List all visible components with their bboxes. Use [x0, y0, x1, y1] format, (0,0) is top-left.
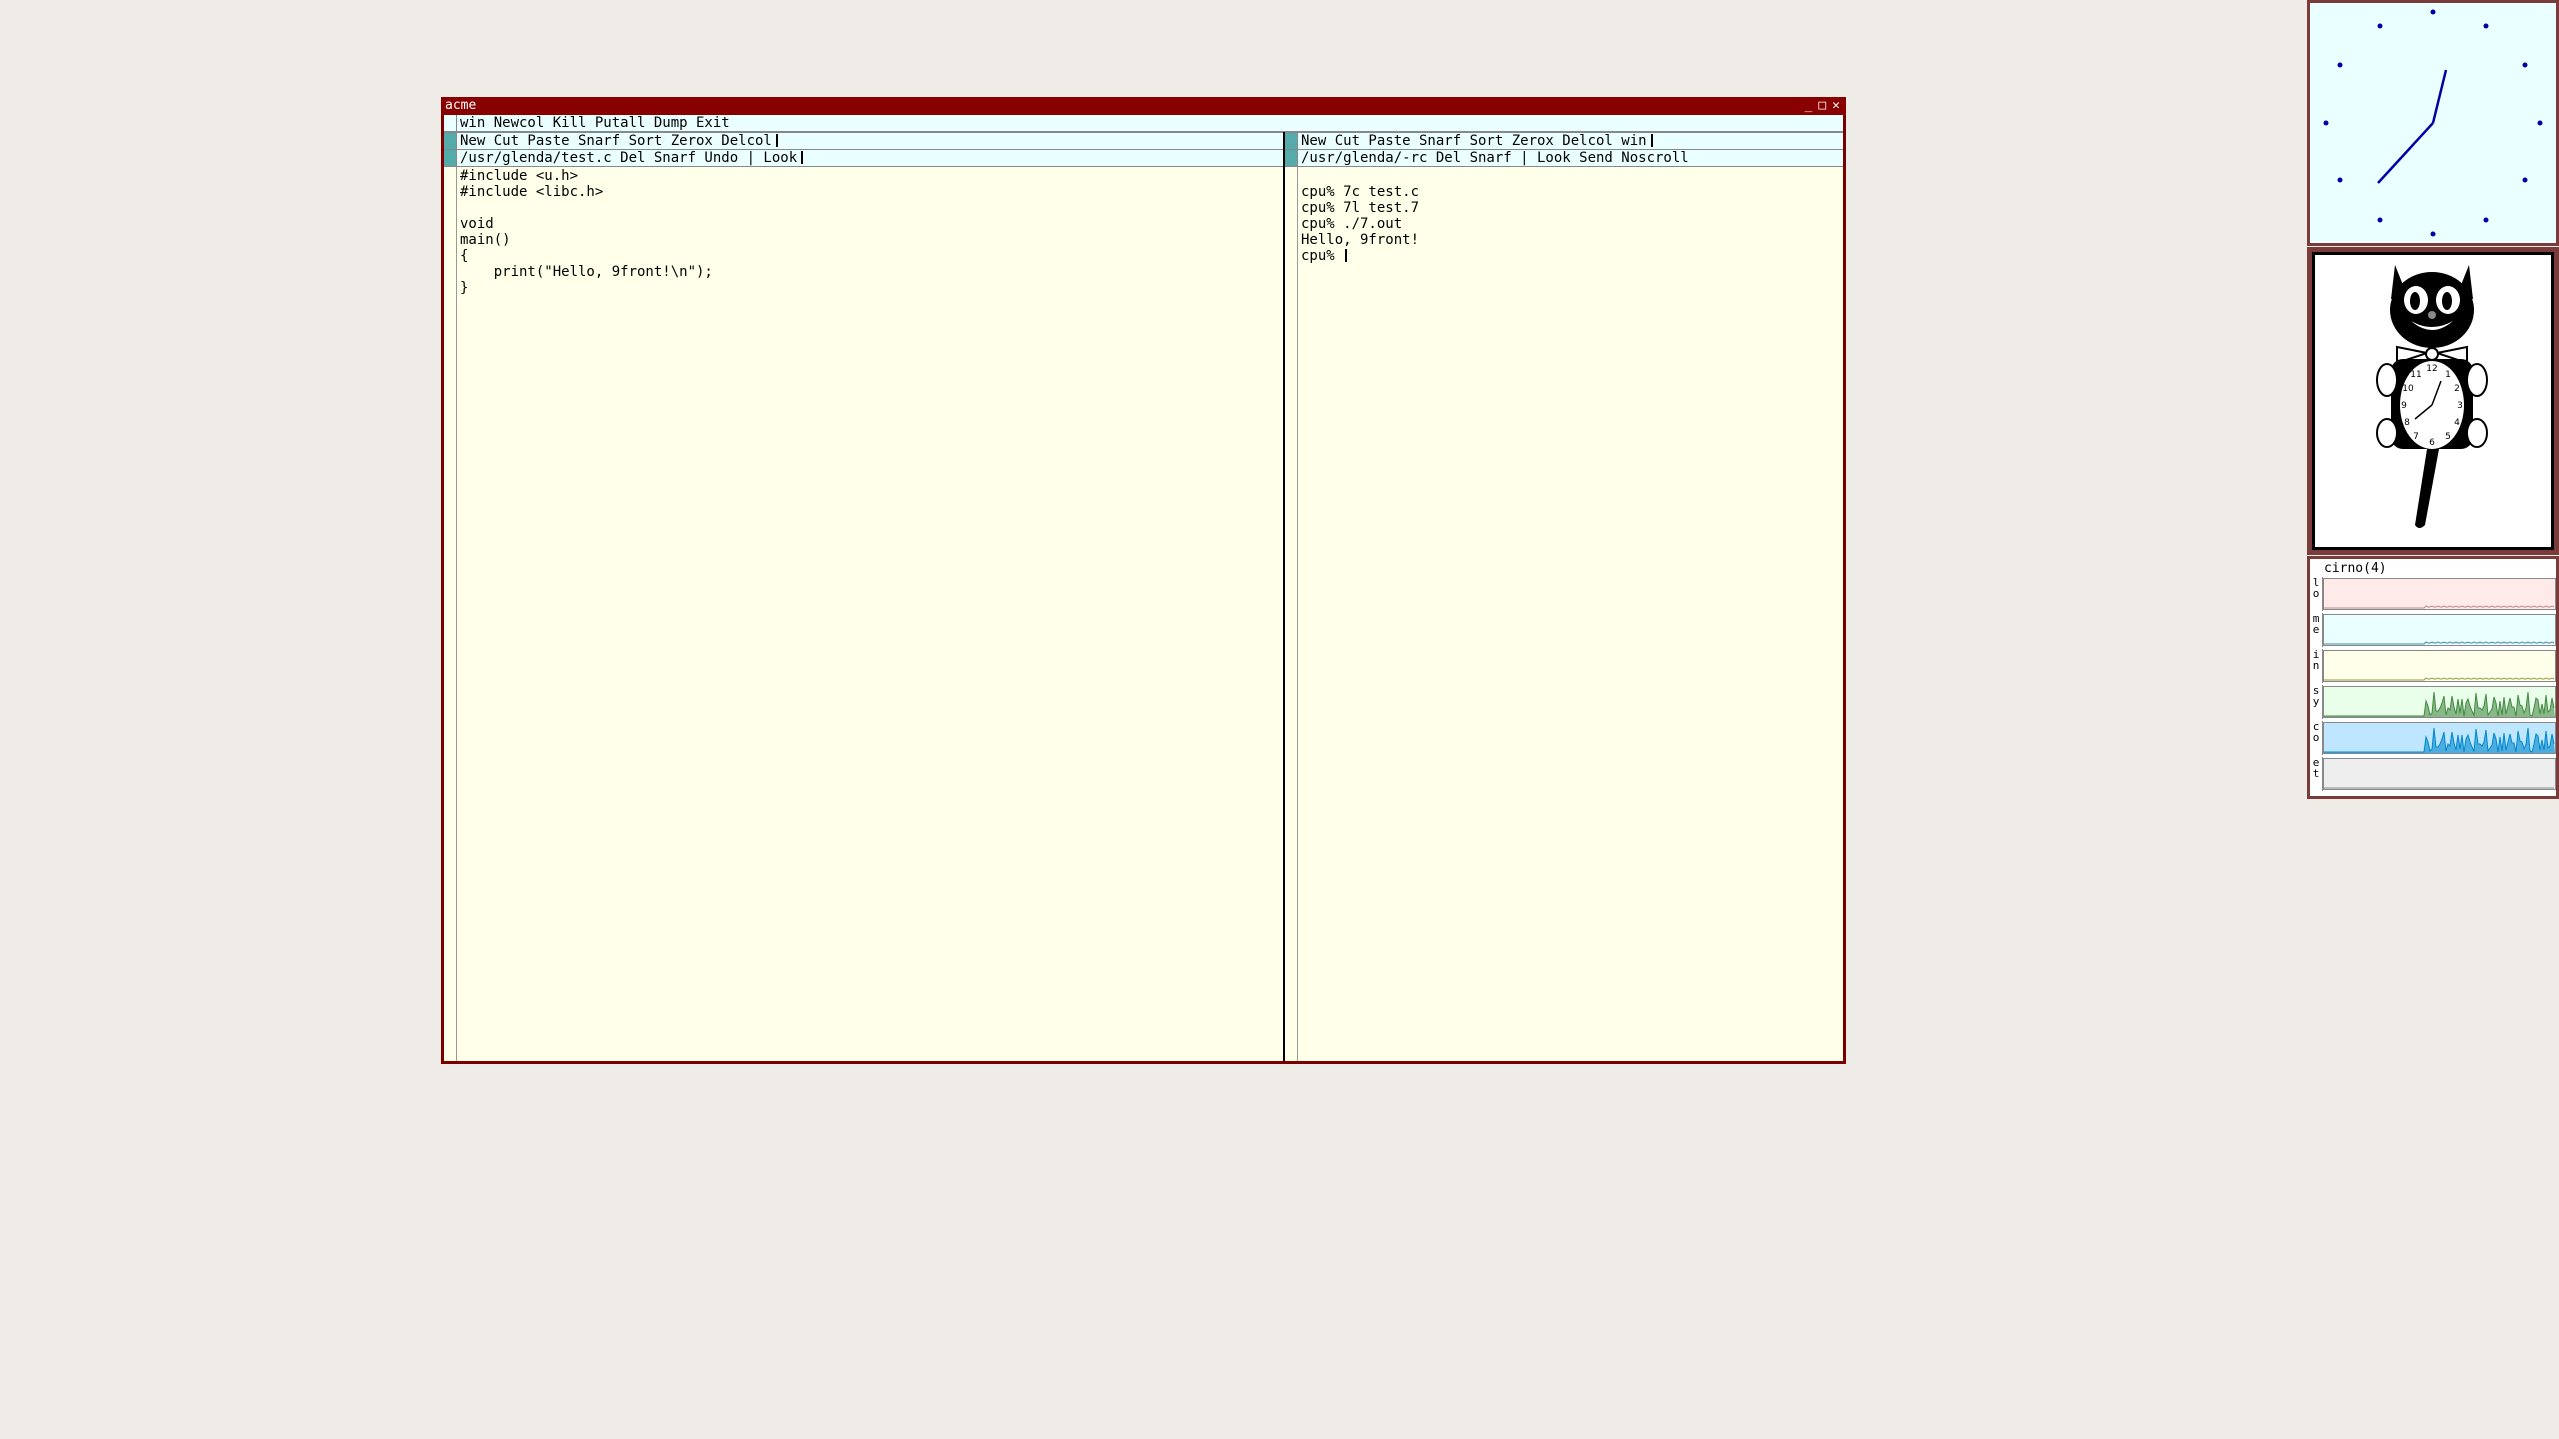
stats-title: cirno(4) — [2324, 561, 2387, 576]
svg-text:12: 12 — [2426, 364, 2437, 374]
left-editor-body[interactable]: #include <u.h> #include <libc.h> void ma… — [460, 168, 1280, 1061]
stat-graph-line — [2324, 727, 2555, 753]
clock-icon — [2323, 9, 2543, 237]
kitty-paper: 12 1 2 3 4 5 6 7 8 9 10 11 — [2315, 255, 2551, 547]
svg-text:10: 10 — [2402, 384, 2414, 394]
text-cursor — [1650, 134, 1653, 147]
stat-row-in: in — [2310, 649, 2556, 683]
maximize-icon[interactable]: □ — [1818, 97, 1826, 115]
right-column-box[interactable] — [1285, 133, 1298, 149]
stat-graph-me — [2323, 614, 2556, 646]
text-cursor — [1345, 249, 1348, 262]
left-window-tag-label[interactable]: /usr/glenda/test.c Del Snarf Undo | Look — [460, 150, 797, 166]
left-column-tag-text[interactable]: New Cut Paste Snarf Sort Zerox Delcol — [460, 133, 778, 149]
svg-text:11: 11 — [2410, 370, 2421, 380]
left-window-box[interactable] — [444, 150, 457, 166]
svg-text:6: 6 — [2429, 438, 2435, 448]
terminal-output[interactable]: cpu% 7c test.c cpu% 7l test.7 cpu% ./7.o… — [1301, 184, 1419, 264]
svg-text:1: 1 — [2445, 370, 2451, 380]
stat-label: co — [2310, 721, 2323, 755]
stat-graph-line — [2324, 677, 2555, 681]
text-cursor — [801, 151, 804, 164]
kitty-clock-window: 12 1 2 3 4 5 6 7 8 9 10 11 — [2307, 247, 2559, 555]
stat-graph-et — [2323, 758, 2556, 790]
stat-label: in — [2310, 649, 2323, 683]
stat-graph-co — [2323, 722, 2556, 754]
stat-row-sy: sy — [2310, 685, 2556, 719]
stat-graph-line — [2324, 691, 2555, 717]
stat-graph-line — [2324, 641, 2555, 645]
close-icon[interactable]: ✕ — [1832, 97, 1840, 115]
svg-text:2: 2 — [2454, 384, 2460, 394]
svg-text:8: 8 — [2404, 418, 2410, 428]
acme-window: acme _ □ ✕ win Newcol Kill Putall Dump E… — [441, 97, 1846, 1064]
left-window-tag-text[interactable]: /usr/glenda/test.c Del Snarf Undo | Look — [460, 150, 804, 166]
stat-row-co: co — [2310, 721, 2556, 755]
right-column-tag[interactable]: New Cut Paste Snarf Sort Zerox Delcol wi… — [1285, 132, 1843, 150]
acme-title: acme — [445, 98, 477, 113]
minimize-icon[interactable]: _ — [1805, 97, 1813, 115]
clock-face — [2310, 3, 2556, 243]
right-window-box[interactable] — [1285, 150, 1298, 166]
svg-text:5: 5 — [2445, 432, 2451, 442]
stat-label: me — [2310, 613, 2323, 647]
svg-text:9: 9 — [2401, 401, 2407, 411]
stat-graph-line — [2324, 787, 2554, 789]
left-window-tag[interactable]: /usr/glenda/test.c Del Snarf Undo | Look — [444, 150, 1283, 167]
svg-text:4: 4 — [2454, 418, 2460, 428]
stat-graph-in — [2323, 650, 2556, 682]
stat-label: et — [2310, 757, 2323, 791]
stats-panel: cirno(4) lomeinsycoet — [2310, 559, 2556, 796]
svg-text:3: 3 — [2457, 401, 2463, 411]
svg-text:7: 7 — [2413, 432, 2419, 442]
stat-row-lo: lo — [2310, 577, 2556, 611]
right-terminal-body[interactable]: cpu% 7c test.c cpu% 7l test.7 cpu% ./7.o… — [1301, 168, 1841, 1061]
stat-row-et: et — [2310, 757, 2556, 791]
left-scrollbar[interactable] — [444, 167, 457, 1061]
window-controls: _ □ ✕ — [1805, 97, 1840, 115]
cat-clock-icon: 12 1 2 3 4 5 6 7 8 9 10 11 — [2376, 265, 2488, 528]
clock-window — [2307, 0, 2559, 246]
main-tag-box[interactable] — [444, 115, 457, 131]
main-tag[interactable]: win Newcol Kill Putall Dump Exit — [444, 115, 1843, 132]
right-column-tag-label[interactable]: New Cut Paste Snarf Sort Zerox Delcol wi… — [1301, 133, 1647, 149]
stat-label: sy — [2310, 685, 2323, 719]
stat-row-me: me — [2310, 613, 2556, 647]
right-scrollbar[interactable] — [1285, 167, 1298, 1061]
main-tag-text[interactable]: win Newcol Kill Putall Dump Exit — [460, 115, 730, 131]
kitty-frame: 12 1 2 3 4 5 6 7 8 9 10 11 — [2312, 252, 2554, 550]
left-column-tag[interactable]: New Cut Paste Snarf Sort Zerox Delcol — [444, 132, 1283, 150]
stat-graph-sy — [2323, 686, 2556, 718]
stat-label: lo — [2310, 577, 2323, 611]
acme-titlebar[interactable]: acme — [441, 97, 1846, 115]
acme-content: win Newcol Kill Putall Dump Exit New Cut… — [444, 115, 1843, 1061]
right-window-tag[interactable]: /usr/glenda/-rc Del Snarf | Look Send No… — [1285, 150, 1843, 167]
stats-window: cirno(4) lomeinsycoet — [2307, 556, 2559, 799]
text-cursor — [775, 134, 778, 147]
left-column-tag-label[interactable]: New Cut Paste Snarf Sort Zerox Delcol — [460, 133, 772, 149]
stat-graph-line — [2324, 605, 2555, 609]
stat-graph-lo — [2323, 578, 2556, 610]
right-window-tag-text[interactable]: /usr/glenda/-rc Del Snarf | Look Send No… — [1301, 150, 1689, 166]
right-column-tag-text[interactable]: New Cut Paste Snarf Sort Zerox Delcol wi… — [1301, 133, 1653, 149]
left-column-box[interactable] — [444, 133, 457, 149]
